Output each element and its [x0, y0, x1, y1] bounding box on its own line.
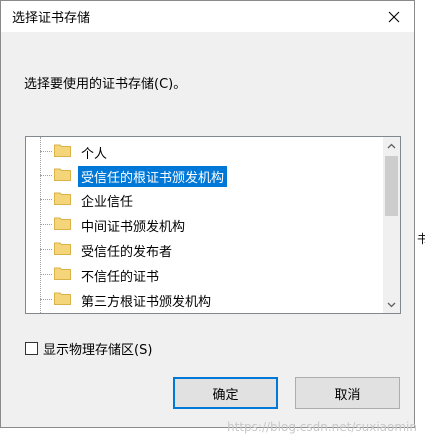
certificate-store-tree[interactable]: 个人 受信任的根证书颁发机构 企业信任 中间证书颁发机构 受信任的发布者 不信任…: [25, 136, 401, 314]
chevron-up-icon: [387, 143, 396, 148]
tree-item-label: 个人: [81, 147, 108, 162]
tree-item-trusted-publishers[interactable]: 受信任的发布者: [26, 238, 381, 260]
chevron-down-icon: [387, 302, 396, 307]
show-physical-stores-option[interactable]: 显示物理存储区(S): [25, 339, 152, 358]
folder-icon: [54, 144, 71, 157]
tree-item-label: 不信任的证书: [81, 270, 160, 285]
store-prompt: 选择要使用的证书存储(C)。: [24, 77, 187, 92]
vertical-scrollbar[interactable]: [383, 137, 400, 313]
tree-item-personal[interactable]: 个人: [26, 140, 381, 162]
tree-branch: [40, 151, 52, 152]
folder-icon: [54, 217, 71, 230]
tree-item-untrusted[interactable]: 不信任的证书: [26, 263, 381, 285]
folder-icon: [54, 242, 71, 255]
tree-item-label: 受信任的根证书颁发机构: [78, 166, 228, 187]
background-window-text: 书: [417, 232, 425, 246]
scroll-up-button[interactable]: [383, 137, 400, 154]
show-physical-stores-checkbox[interactable]: [25, 342, 38, 355]
certificate-store-dialog: 选择证书存储 选择要使用的证书存储(C)。 个人 受信任的根证书颁发机构 企业信…: [0, 0, 415, 428]
folder-icon: [54, 192, 71, 205]
tree-branch: [40, 224, 52, 225]
scrollbar-thumb[interactable]: [385, 156, 398, 216]
tree-item-label: 第三方根证书颁发机构: [81, 295, 212, 310]
show-physical-stores-label: 显示物理存储区(S): [43, 343, 153, 358]
tree-item-enterprise-trust[interactable]: 企业信任: [26, 188, 381, 210]
title-bar: 选择证书存储: [1, 1, 414, 32]
cancel-button[interactable]: 取消: [295, 377, 400, 409]
tree-item-intermediate-ca[interactable]: 中间证书颁发机构: [26, 213, 381, 235]
folder-icon: [54, 267, 71, 280]
tree-branch: [40, 199, 52, 200]
tree-item-third-party-root[interactable]: 第三方根证书颁发机构: [26, 288, 381, 310]
tree-branch: [40, 274, 52, 275]
ok-button[interactable]: 确定: [173, 377, 278, 409]
close-button[interactable]: [377, 1, 411, 32]
folder-icon: [54, 168, 71, 181]
tree-item-label: 企业信任: [81, 195, 134, 210]
tree-item-label: 中间证书颁发机构: [81, 220, 186, 235]
tree-item-label: 受信任的发布者: [81, 245, 173, 260]
tree-branch: [40, 299, 52, 300]
tree-branch: [40, 175, 52, 176]
scroll-down-button[interactable]: [383, 296, 400, 313]
close-icon: [388, 11, 400, 22]
dialog-title: 选择证书存储: [12, 11, 91, 26]
watermark: https://blog.csdn.net/suxiaomin: [227, 420, 417, 434]
tree-branch: [40, 249, 52, 250]
folder-icon: [54, 292, 71, 305]
tree-item-trusted-root[interactable]: 受信任的根证书颁发机构: [26, 164, 381, 187]
